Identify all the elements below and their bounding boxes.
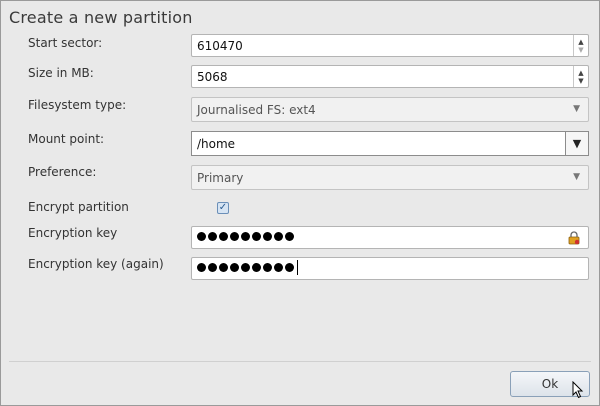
encryption-key-again-masked-value: [197, 260, 298, 275]
encryption-key-again-input[interactable]: [191, 257, 589, 280]
encrypt-partition-label: Encrypt partition: [28, 200, 129, 214]
size-mb-value: 5068: [197, 70, 228, 84]
encrypt-partition-checkbox[interactable]: ✓: [217, 202, 229, 214]
filesystem-type-label: Filesystem type:: [28, 98, 127, 112]
spin-down-icon[interactable]: ▼: [578, 46, 583, 54]
mount-point-combo[interactable]: /home ▼: [191, 131, 589, 156]
preference-value: Primary: [197, 171, 244, 185]
spin-up-icon[interactable]: ▲: [578, 38, 583, 46]
text-caret: [297, 260, 298, 275]
start-sector-spin-buttons[interactable]: ▲ ▼: [573, 35, 588, 56]
dialog-title: Create a new partition: [9, 8, 193, 27]
encryption-key-masked-value: [197, 232, 294, 241]
size-mb-spin-buttons[interactable]: ▲ ▼: [573, 66, 588, 87]
lock-icon: [568, 231, 580, 245]
create-partition-dialog: Create a new partition Start sector: 610…: [0, 0, 600, 406]
encryption-key-again-label: Encryption key (again): [28, 257, 164, 271]
encryption-key-input[interactable]: [191, 226, 589, 249]
start-sector-spinbox[interactable]: 610470 ▲ ▼: [191, 34, 589, 57]
dropdown-arrow-icon[interactable]: ▼: [573, 172, 580, 182]
filesystem-type-select[interactable]: Journalised FS: ext4 ▼: [191, 97, 589, 122]
filesystem-type-value: Journalised FS: ext4: [197, 103, 316, 117]
mount-point-label: Mount point:: [28, 132, 105, 146]
dropdown-arrow-icon[interactable]: ▼: [565, 132, 588, 155]
preference-label: Preference:: [28, 165, 97, 179]
spin-down-icon[interactable]: ▼: [578, 77, 583, 85]
checkmark-icon: ✓: [218, 202, 228, 213]
encryption-key-label: Encryption key: [28, 226, 118, 240]
mount-point-value: /home: [197, 137, 236, 151]
mouse-cursor-icon: [572, 381, 584, 399]
start-sector-label: Start sector:: [28, 36, 103, 50]
dropdown-arrow-icon[interactable]: ▼: [573, 104, 580, 114]
size-mb-spinbox[interactable]: 5068 ▲ ▼: [191, 65, 589, 88]
size-mb-label: Size in MB:: [28, 66, 94, 80]
preference-select[interactable]: Primary ▼: [191, 165, 589, 190]
button-separator: [9, 361, 591, 362]
spin-up-icon[interactable]: ▲: [578, 69, 583, 77]
start-sector-value: 610470: [197, 39, 243, 53]
